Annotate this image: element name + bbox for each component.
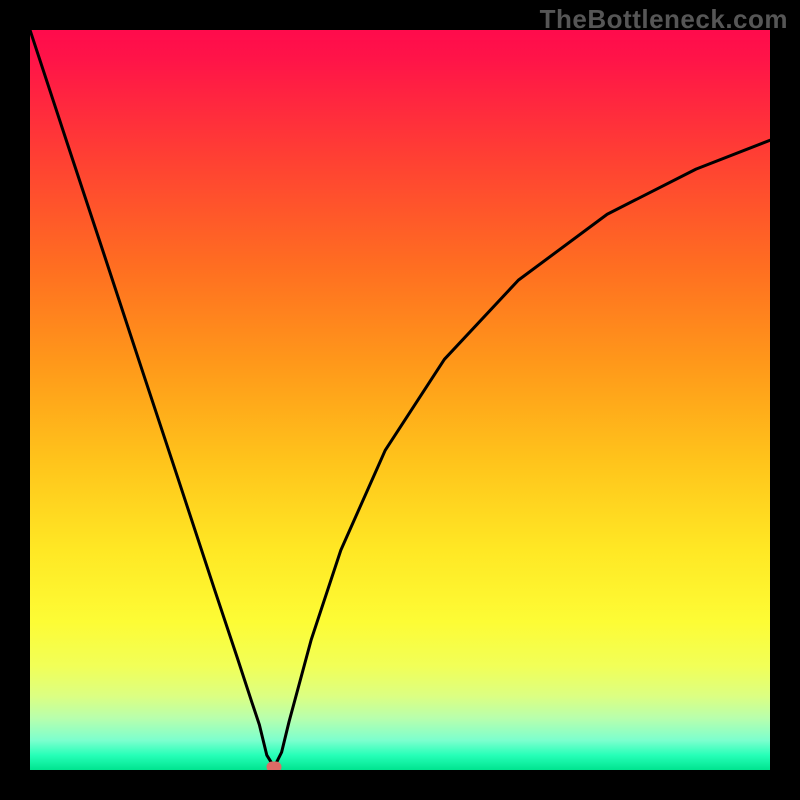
curve-svg bbox=[30, 30, 770, 770]
bottleneck-curve bbox=[30, 30, 770, 767]
optimum-marker bbox=[267, 762, 282, 770]
chart-frame: TheBottleneck.com bbox=[0, 0, 800, 800]
plot-area bbox=[30, 30, 770, 770]
watermark-text: TheBottleneck.com bbox=[540, 4, 788, 35]
